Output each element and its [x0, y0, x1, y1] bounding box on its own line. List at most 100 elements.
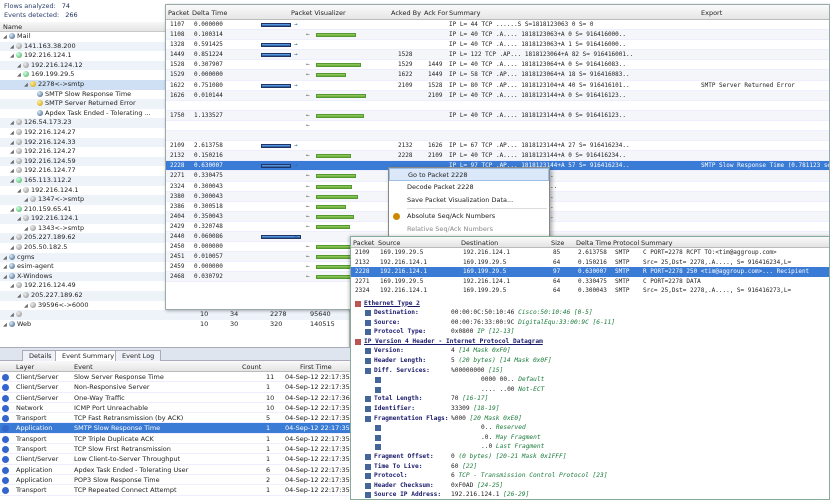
expand-toggle-icon[interactable]: ◢: [3, 254, 9, 263]
expand-toggle-icon[interactable]: ◢: [10, 43, 16, 52]
field-comment: [15]: [488, 366, 504, 374]
decoder-packet-row[interactable]: 2271 169.199.29.5 192.216.124.1 64 0.330475 S…: [351, 277, 829, 287]
decoded-field[interactable]: ..0 Last Fragment: [351, 442, 829, 452]
decoded-field[interactable]: Header Length: 5 (20 bytes) [14 Mask 0x0F…: [351, 356, 829, 366]
tab-details[interactable]: Details: [22, 350, 59, 361]
event-row[interactable]: Network ICMP Port Unreachable 10 04-Sep-12 …: [0, 403, 350, 414]
field-name: Fragment Offset:: [374, 453, 434, 460]
expand-toggle-icon[interactable]: ◢: [10, 139, 16, 148]
expand-toggle-icon[interactable]: ◢: [24, 302, 30, 311]
packet-row[interactable]: 2109 2.613758 → 2132 1626 IP L= 67 TCP .AP...…: [166, 141, 829, 152]
event-name: TCP Repeated Connect Attempt: [74, 486, 177, 495]
tab-event-log[interactable]: Event Log: [115, 350, 162, 361]
expand-toggle-icon[interactable]: ◢: [3, 273, 9, 282]
packet-summary: IP L= 40 TCP .A.... 1818123063+A 1 S= 91…: [449, 41, 627, 49]
event-summary-table[interactable]: Layer Event Count First Time Client/Server S…: [0, 361, 350, 500]
decoded-field[interactable]: Protocol Type: 0x0800 IP [12-13]: [351, 327, 829, 337]
decoder-packet-list[interactable]: 2109 169.199.29.5 192.216.124.1 85 2.613758 S…: [351, 248, 829, 296]
packet-row[interactable]: 2132 0.150216 ← 2228 2109 IP L= 40 TCP .A....…: [166, 151, 829, 162]
expand-toggle-icon[interactable]: ◢: [10, 129, 16, 138]
decoded-field[interactable]: Total Length: 70 [16-17]: [351, 394, 829, 404]
menu-item[interactable]: Go to Packet 2228: [389, 168, 549, 181]
decoded-field[interactable]: Time To Live: 60 [22]: [351, 462, 829, 472]
event-row[interactable]: Transport TCP Triple Duplicate ACK 1 04-Sep…: [0, 434, 350, 445]
expand-toggle-icon[interactable]: ◢: [10, 177, 16, 186]
decoded-field[interactable]: Ethernet Type 2: [351, 299, 829, 309]
packet-row[interactable]: [166, 131, 829, 142]
event-row[interactable]: Application SMTP Slow Response Time 1 04-Se…: [0, 423, 350, 434]
decoded-field[interactable]: .... ..00 Not-ECT: [351, 385, 829, 395]
event-count: 1: [266, 486, 271, 495]
event-row[interactable]: Application POP3 Slow Response Time 2 04-Se…: [0, 475, 350, 486]
event-row[interactable]: Client/Server Low Client-to-Server Throug…: [0, 454, 350, 465]
tree-row-label: 192.216.124.27: [24, 127, 76, 136]
event-row[interactable]: Transport TCP Slow First Retransmission 1 0…: [0, 444, 350, 455]
field-comment: May Fragment: [495, 433, 541, 441]
menu-item[interactable]: Absolute Seq/Ack Numbers: [389, 210, 549, 223]
packet-row[interactable]: 1750 1.133527 ← IP L= 40 TCP .A.... 1818123…: [166, 110, 829, 121]
expand-toggle-icon[interactable]: ◢: [10, 206, 16, 215]
decoder-packet-row[interactable]: 2132 192.216.124.1 169.199.29.5 64 0.150216 S…: [351, 258, 829, 268]
expand-toggle-icon[interactable]: ◢: [17, 187, 23, 196]
expand-toggle-icon[interactable]: ◢: [24, 81, 30, 90]
event-row[interactable]: Client/Server Non-Responsive Server 1 04-Se…: [0, 382, 350, 393]
decoded-field[interactable]: Source: 00:00:76:33:00:9C DigitalEqu:33:0…: [351, 318, 829, 328]
expand-toggle-icon[interactable]: ◢: [10, 158, 16, 167]
decoder-packet-row[interactable]: 2228 192.216.124.1 169.199.29.5 97 0.630007 S…: [351, 267, 829, 277]
decoded-field[interactable]: Destination: 00:00:0C:50:10:46 Cisco:50:1…: [351, 308, 829, 318]
field-value: 00:00:0C:50:10:46 Cisco:50:10:46 [0-5]: [451, 308, 593, 318]
event-row[interactable]: Client/Server Slow Server Response Time 11…: [0, 372, 350, 383]
field-comment: [14 Mask 0xF0]: [458, 347, 511, 355]
tree-row[interactable]: ◢Web10303201405153.64%: [0, 320, 349, 330]
packet-row[interactable]: ←: [166, 121, 829, 132]
packet-row[interactable]: 1622 0.751080 → 2109 1528 IP L= 80 TCP .AP...…: [166, 81, 829, 91]
field-name: Source IP Address:: [374, 491, 442, 499]
inbound-bar: [316, 214, 354, 219]
decoded-field[interactable]: Fragment Offset: 0 (0 bytes) [20-21 Mask …: [351, 452, 829, 462]
decoded-field[interactable]: .0. May Fragment: [351, 433, 829, 443]
decoded-field[interactable]: Source IP Address: 192.216.124.1 [26-29]: [351, 490, 829, 499]
expand-toggle-icon[interactable]: ◢: [24, 225, 30, 234]
event-table-body[interactable]: Client/Server Slow Server Response Time 11…: [0, 372, 350, 496]
decoded-field[interactable]: 0000 00.. Default: [351, 375, 829, 385]
packet-row[interactable]: 1529 0.000000 ← 1622 1449 IP L= 58 TCP .AP...…: [166, 70, 829, 81]
decoded-field[interactable]: Header Checksum: 0xF0AD [24-25]: [351, 481, 829, 491]
bottom-tabs[interactable]: Details Event Summary Event Log: [0, 347, 350, 361]
decoder-fields[interactable]: Ethernet Type 2 Destination: 00:00:0C:50:1…: [351, 296, 829, 500]
tree-row[interactable]: ◢103422789564062.64%: [0, 310, 349, 320]
decoded-field[interactable]: Version: 4 [14 Mask 0xF0]: [351, 346, 829, 356]
context-menu[interactable]: Go to Packet 2228 Decode Packet 2228 Save …: [388, 167, 550, 237]
event-row[interactable]: Client/Server One-Way Traffic 10 04-Sep-12 …: [0, 393, 350, 403]
packet-number: 1750: [170, 111, 185, 119]
decoded-field[interactable]: Identifier: 33309 [18-19]: [351, 404, 829, 414]
tree-header-name[interactable]: Name: [3, 23, 22, 31]
decoder-packet-row[interactable]: 2324 192.216.124.1 169.199.29.5 64 0.300043 S…: [351, 286, 829, 296]
expand-toggle-icon[interactable]: ◢: [17, 62, 23, 71]
packet-row[interactable]: [166, 101, 829, 111]
event-row[interactable]: Application Apdex Task Ended - Tolerating…: [0, 465, 350, 475]
packet-number: 2404: [170, 212, 185, 220]
decoded-field[interactable]: IP Version 4 Header - Internet Protocol …: [351, 337, 829, 347]
packet-row[interactable]: 1449 0.851224 → 1528 IP L= 122 TCP .AP... 18…: [166, 50, 829, 61]
decoder-packet-row[interactable]: 2109 169.199.29.5 192.216.124.1 85 2.613758 S…: [351, 248, 829, 258]
event-layer: Client/Server: [16, 455, 59, 464]
packet-row[interactable]: 1107 0.000000 → IP L= 44 TCP ......S S=1818…: [166, 20, 829, 31]
event-row[interactable]: Transport TCP Repeated Connect Attempt 1 04…: [0, 485, 350, 496]
field-raw-value: 60: [451, 462, 463, 470]
tab-event-summary[interactable]: Event Summary: [55, 350, 122, 361]
decoded-field[interactable]: Diff. Services: %00000000 [15]: [351, 366, 829, 376]
expand-toggle-icon[interactable]: ◢: [3, 321, 9, 330]
packet-row[interactable]: 1626 0.010144 ← 2109 IP L= 40 TCP .A.... 181…: [166, 90, 829, 101]
decoded-field[interactable]: 0.. Reserved: [351, 423, 829, 433]
decoded-field[interactable]: Protocol: 6 TCP - Transmission Control Pr…: [351, 471, 829, 481]
packet-row[interactable]: 1528 0.307907 ← 1529 1449 IP L= 40 TCP .A....…: [166, 60, 829, 71]
event-row[interactable]: Transport TCP Fast Retransmission (by ACK…: [0, 413, 350, 424]
menu-item[interactable]: Decode Packet 2228: [389, 181, 549, 194]
packet-row[interactable]: 1108 0.100314 ← IP L= 40 TCP .A.... 1818123…: [166, 30, 829, 41]
decoder-window[interactable]: Packet Source Destination Size Delta Time Pro…: [350, 236, 830, 500]
menu-item[interactable]: Relative Seq/Ack Numbers: [389, 223, 549, 236]
decoded-field[interactable]: Fragmentation Flags: %000 [20 Mask 0xE0]: [351, 414, 829, 424]
packet-row[interactable]: 1328 0.591425 → IP L= 40 TCP .A.... 1818123…: [166, 40, 829, 51]
menu-item[interactable]: Save Packet Visualization Data...: [389, 194, 549, 207]
selected-option-icon: [393, 213, 400, 220]
